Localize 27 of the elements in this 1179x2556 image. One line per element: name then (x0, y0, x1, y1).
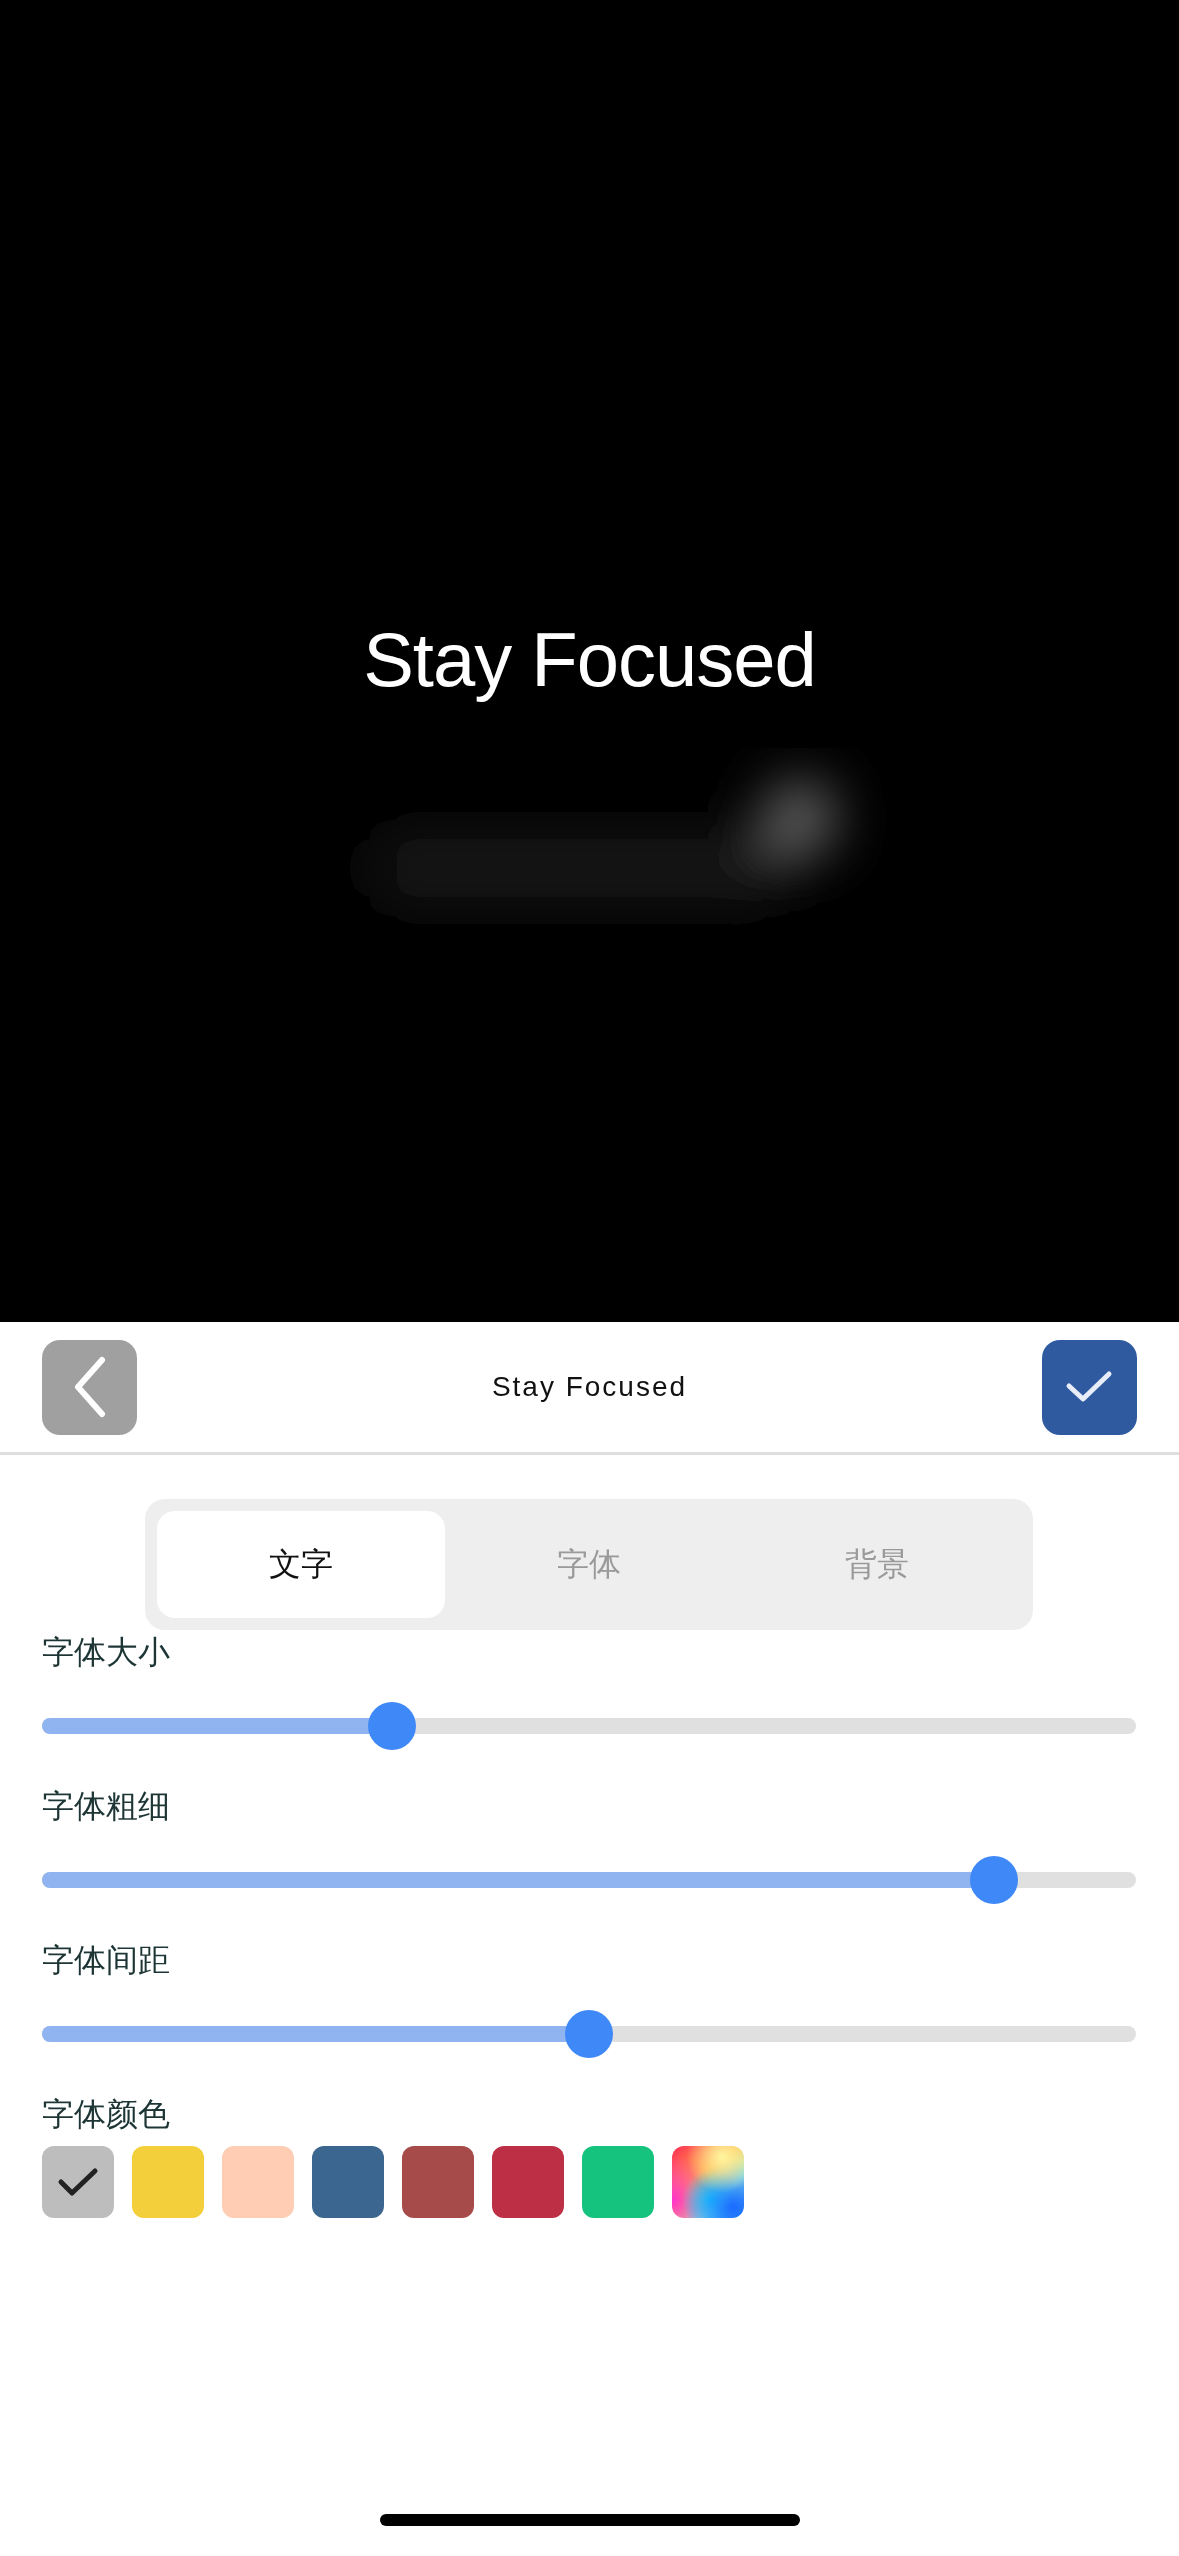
tab[interactable]: 文字 (157, 1511, 445, 1618)
checkmark-icon (57, 2167, 99, 2197)
slider-label: 字体大小 (42, 1632, 170, 1673)
back-button[interactable] (42, 1339, 137, 1435)
color-swatch[interactable] (492, 2146, 564, 2218)
section-label: 字体颜色 (42, 2094, 170, 2135)
slider-thumb[interactable] (565, 2010, 613, 2058)
slider[interactable] (42, 1856, 1136, 1904)
tab[interactable]: 背景 (733, 1511, 1021, 1618)
color-swatch[interactable] (582, 2146, 654, 2218)
slider-thumb[interactable] (969, 1856, 1018, 1904)
header-title: Stay Focused (491, 1371, 688, 1403)
confirm-button[interactable] (1042, 1339, 1137, 1435)
slider[interactable] (42, 1702, 1136, 1750)
color-swatch[interactable] (402, 2146, 474, 2218)
tab[interactable]: 字体 (445, 1511, 733, 1618)
color-swatch[interactable] (132, 2146, 204, 2218)
color-swatch[interactable] (672, 2146, 744, 2218)
checkmark-icon (1065, 1370, 1114, 1404)
color-swatch[interactable] (222, 2146, 294, 2218)
color-swatch[interactable] (42, 2146, 114, 2218)
slider-label: 字体粗细 (42, 1786, 170, 1827)
color-swatch[interactable] (312, 2146, 384, 2218)
slider-label: 字体间距 (42, 1940, 170, 1981)
preview-text: Stay Focused (363, 616, 816, 704)
slider-thumb[interactable] (368, 1702, 417, 1750)
slider[interactable] (42, 2010, 1136, 2058)
